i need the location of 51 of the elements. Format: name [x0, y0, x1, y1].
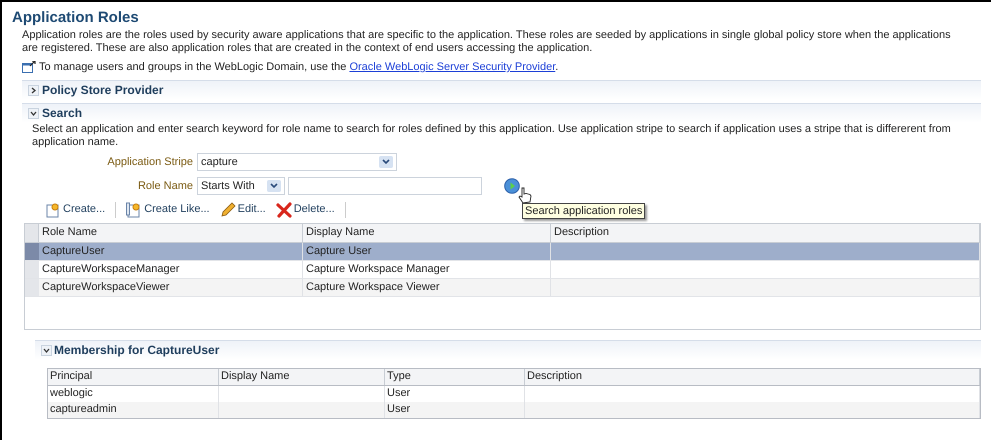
new-document-icon — [45, 202, 61, 218]
column-header[interactable]: Display Name — [303, 224, 551, 242]
search-description: Select an application and enter search keyword for role name to search for roles defined by this application. Use application stripe to search if application uses a stripe that is differerent from application name. — [32, 122, 952, 148]
table-cell: captureadmin — [48, 402, 219, 418]
dropdown-icon — [267, 180, 281, 192]
column-header[interactable]: Role Name — [39, 224, 303, 242]
panel-header[interactable]: Membership for CaptureUser — [35, 340, 981, 360]
expand-icon[interactable] — [28, 84, 39, 96]
table-cell: User — [385, 402, 525, 418]
table-cell: Capture Workspace Manager — [303, 260, 551, 278]
table-row[interactable]: CaptureWorkspaceManager Capture Workspace Manager — [25, 260, 980, 278]
table-row[interactable]: CaptureWorkspaceViewer Capture Workspace Viewer — [25, 278, 980, 296]
page-title: Application Roles — [12, 9, 140, 27]
column-header[interactable]: Description — [525, 368, 980, 384]
panel-title: Policy Store Provider — [42, 82, 164, 99]
column-header[interactable]: Type — [385, 368, 525, 384]
security-provider-link[interactable]: Oracle WebLogic Server Security Provider — [349, 61, 556, 73]
toolbar-button[interactable]: Create Like... — [126, 201, 210, 218]
field-label: Role Name — [136, 178, 194, 194]
collapse-icon[interactable] — [41, 344, 52, 356]
toolbar-button[interactable]: Delete... — [276, 201, 335, 218]
panel-title: Search — [42, 105, 82, 122]
panel-title: Membership for CaptureUser — [54, 342, 220, 359]
role-name-field[interactable] — [288, 177, 482, 195]
external-window-icon — [22, 61, 36, 74]
column-header[interactable]: Principal — [48, 368, 219, 384]
field-label: Application Stripe — [106, 154, 194, 170]
new-document-icon — [126, 202, 142, 218]
panel-header[interactable]: Search — [22, 102, 981, 122]
table-cell: CaptureWorkspaceViewer — [39, 278, 303, 296]
toolbar-button[interactable]: Edit... — [220, 201, 266, 218]
table-row[interactable]: CaptureUser Capture User — [25, 242, 980, 260]
manage-note: To manage users and groups in the WebLogic Domain, use the Oracle WebLogic Server Security Provider. — [39, 60, 558, 75]
collapse-icon[interactable] — [28, 108, 39, 118]
application-stripe-select[interactable]: capture — [197, 153, 397, 171]
table-cell: Capture Workspace Viewer — [303, 278, 551, 296]
tooltip: Search application roles — [522, 202, 646, 218]
column-header[interactable]: Display Name — [219, 368, 385, 384]
panel-header[interactable]: Policy Store Provider — [22, 80, 981, 100]
hand-cursor-icon — [518, 186, 532, 204]
dropdown-icon — [379, 156, 393, 168]
pencil-icon — [220, 202, 236, 218]
table-cell: CaptureUser — [39, 242, 303, 260]
column-header[interactable]: Description — [551, 224, 980, 242]
table-cell: CaptureWorkspaceManager — [39, 260, 303, 278]
toolbar-button[interactable]: Create... — [45, 201, 106, 218]
page-description: Application roles are the roles used by security aware applications that are specific to the application. These roles are seeded by applications in single global policy store when the applications are registered. These are also application roles that are created in the context of end users accessing the application. — [22, 29, 952, 55]
search-button[interactable] — [504, 178, 520, 194]
table-cell: Capture User — [303, 242, 551, 260]
operator-select[interactable]: Starts With — [197, 177, 285, 195]
delete-icon — [276, 202, 292, 218]
